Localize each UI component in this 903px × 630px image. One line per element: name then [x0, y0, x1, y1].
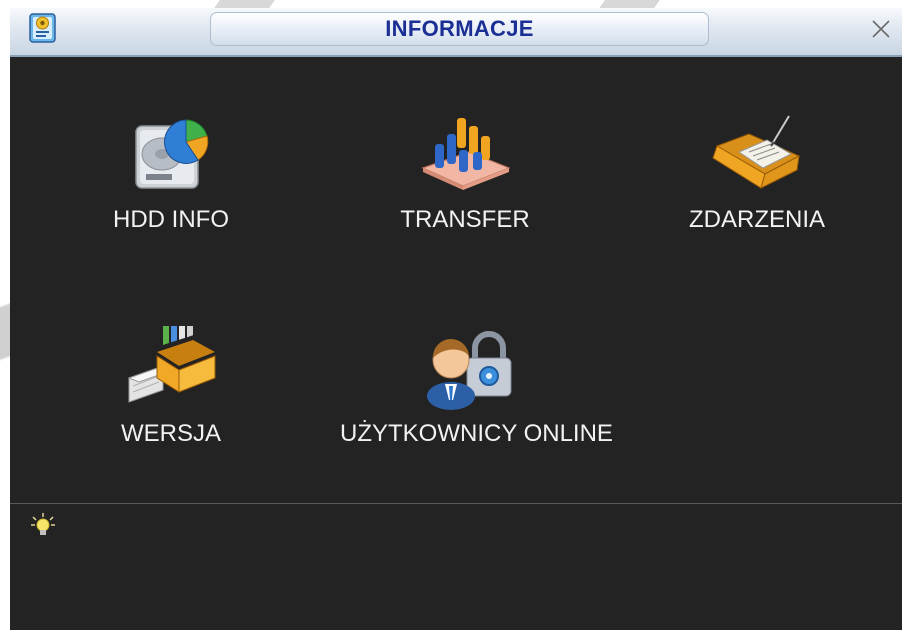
bar-chart-icon [421, 118, 511, 190]
menu-item-label: UŻYTKOWNICY ONLINE [340, 420, 613, 447]
menu-item-label: ZDARZENIA [688, 206, 825, 233]
menu-item-label: HDD INFO [113, 206, 229, 233]
file-drawer-icon [127, 326, 216, 403]
window-title: INFORMACJE [385, 16, 534, 41]
info-window: INFORMACJE HDD INFO TRANSFER ZDARZENIA W… [10, 8, 902, 630]
title-bar: INFORMACJE [10, 8, 902, 57]
lightbulb-icon [31, 513, 55, 535]
menu-item-label: WERSJA [120, 420, 221, 447]
menu-item-hdd-info[interactable]: HDD INFO [46, 112, 296, 234]
app-icon [29, 13, 56, 43]
hdd-chart-icon [135, 119, 209, 189]
user-lock-icon [427, 331, 512, 410]
menu-item-uzytkownicy-online[interactable]: UŻYTKOWNICY ONLINE [340, 326, 613, 448]
log-folder-icon [712, 115, 801, 189]
close-icon[interactable] [870, 18, 892, 40]
menu-item-wersja[interactable]: WERSJA [46, 326, 296, 448]
menu-item-zdarzenia[interactable]: ZDARZENIA [632, 112, 882, 234]
status-divider [10, 503, 902, 504]
menu-item-label: TRANSFER [400, 206, 530, 233]
menu-item-transfer[interactable]: TRANSFER [340, 112, 590, 234]
